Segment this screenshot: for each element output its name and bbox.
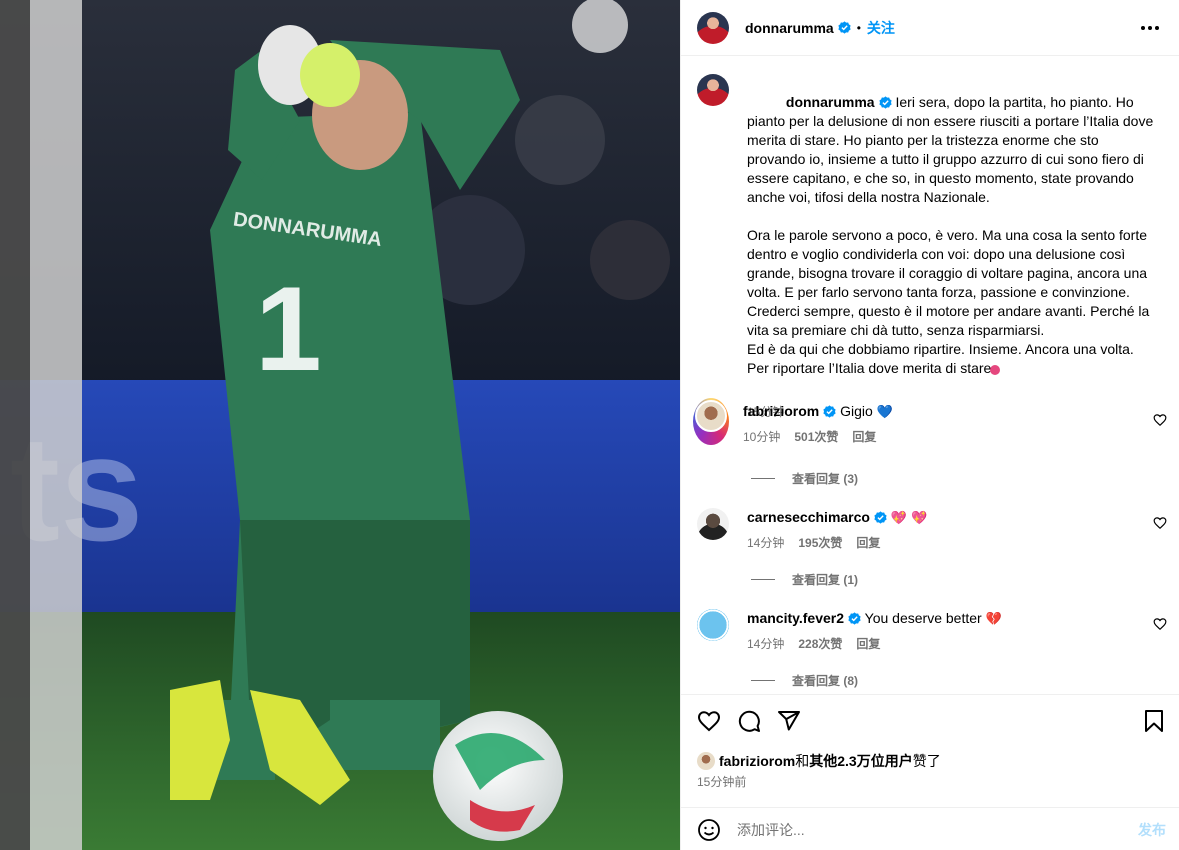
likes-summary: fabriziorom 和 其他2.3万位用户 赞了 xyxy=(697,751,941,771)
post-photo: ts DONNARUMMA 1 xyxy=(0,0,680,850)
heart-icon[interactable] xyxy=(1153,617,1167,631)
liker-username[interactable]: fabriziorom xyxy=(719,753,795,769)
post-caption: donnarumma Ieri sera, dopo la partita, h… xyxy=(697,74,1167,422)
reply-button[interactable]: 回复 xyxy=(852,428,876,445)
commenter-username[interactable]: mancity.fever2 xyxy=(747,610,844,626)
commenter-avatar[interactable] xyxy=(697,508,729,540)
author-avatar[interactable] xyxy=(697,11,729,44)
heart-icon[interactable] xyxy=(1153,516,1167,530)
comment-emoji: 💖 💖 xyxy=(890,511,928,526)
more-options-icon[interactable] xyxy=(1138,18,1162,38)
reply-button[interactable]: 回复 xyxy=(856,534,880,551)
likes-others[interactable]: 其他2.3万位用户 xyxy=(809,751,912,771)
comment-time: 10分钟 xyxy=(743,430,781,444)
comment-likes[interactable]: 228次赞 xyxy=(798,635,842,652)
commenter-username[interactable]: carnesecchimarco xyxy=(747,509,870,525)
post-sidebar: donnarumma • 关注 donnarumma Ieri sera, do… xyxy=(680,0,1179,850)
comment-item: mancity.fever2 You deserve better 💔 14分钟… xyxy=(697,609,1167,652)
view-replies-button[interactable]: 查看回复 (1) xyxy=(751,571,858,588)
story-ring[interactable] xyxy=(693,398,729,445)
follow-button[interactable]: 关注 xyxy=(867,18,895,38)
jersey-number: 1 xyxy=(255,262,322,396)
comment-likes[interactable]: 195次赞 xyxy=(798,534,842,551)
caption-username[interactable]: donnarumma xyxy=(786,94,875,110)
commenter-avatar[interactable] xyxy=(697,609,729,641)
view-replies-button[interactable]: 查看回复 (3) xyxy=(751,470,858,487)
comment-time: 14分钟 xyxy=(747,637,785,651)
verified-badge-icon xyxy=(823,405,836,418)
verified-badge-icon xyxy=(879,96,892,109)
emoji-icon[interactable] xyxy=(697,818,721,842)
post-dialog: ts DONNARUMMA 1 xyxy=(0,0,1179,850)
post-actions: fabriziorom 和 其他2.3万位用户 赞了 15分钟前 发布 xyxy=(681,694,1179,850)
author-username[interactable]: donnarumma xyxy=(745,20,834,36)
caption-text: Ieri sera, dopo la partita, ho pianto. H… xyxy=(747,94,1154,376)
comment-likes[interactable]: 501次赞 xyxy=(794,428,838,445)
bookmark-icon[interactable] xyxy=(1142,709,1166,733)
comment-icon[interactable] xyxy=(737,709,761,733)
notification-dot xyxy=(990,365,1000,375)
share-icon[interactable] xyxy=(777,709,801,733)
commenter-username[interactable]: fabriziorom xyxy=(743,403,819,419)
likes-suffix: 赞了 xyxy=(912,753,941,769)
caption-avatar[interactable] xyxy=(697,74,729,106)
comment-time: 14分钟 xyxy=(747,536,785,550)
separator-dot: • xyxy=(856,20,861,35)
view-replies-button[interactable]: 查看回复 (8) xyxy=(751,672,858,689)
likes-connector: 和 xyxy=(795,753,810,769)
comment-item: carnesecchimarco 💖 💖 14分钟 195次赞 回复 xyxy=(697,508,1167,551)
post-comment-button[interactable]: 发布 xyxy=(1138,820,1166,840)
comment-item: fabriziorom Gigio 💙 10分钟 501次赞 回复 xyxy=(693,398,1167,445)
verified-badge-icon xyxy=(838,21,851,34)
heart-icon[interactable] xyxy=(1153,413,1167,427)
comment-emoji: 💙 xyxy=(876,405,893,420)
verified-badge-icon xyxy=(848,612,861,625)
add-comment-bar: 发布 xyxy=(681,807,1179,850)
comment-input[interactable] xyxy=(737,821,1138,838)
reply-button[interactable]: 回复 xyxy=(856,635,880,652)
posted-time: 15分钟前 xyxy=(697,775,747,789)
liker-avatar[interactable] xyxy=(697,752,715,770)
goalkeeper-photo: ts DONNARUMMA 1 xyxy=(0,0,680,850)
heart-icon[interactable] xyxy=(697,709,721,733)
post-header: donnarumma • 关注 xyxy=(681,0,1179,56)
commenter-avatar[interactable] xyxy=(695,400,727,432)
comment-text: You deserve better xyxy=(864,610,982,626)
verified-badge-icon xyxy=(874,511,887,524)
comment-emoji: 💔 xyxy=(985,612,1002,627)
comment-text: Gigio xyxy=(840,403,873,419)
